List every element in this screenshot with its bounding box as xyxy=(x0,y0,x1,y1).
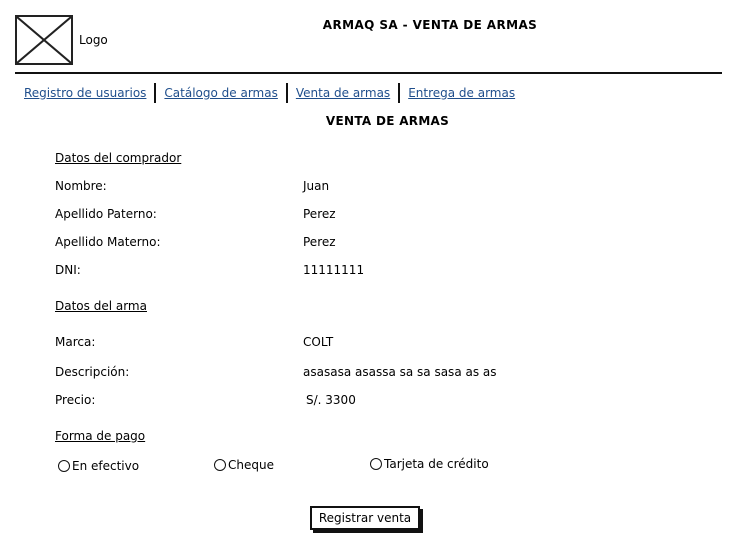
radio-en-efectivo[interactable]: En efectivo xyxy=(58,459,139,473)
section-heading-arma: Datos del arma xyxy=(55,299,147,313)
field-value-descripcion: asasasa asassa sa sa sasa as as xyxy=(303,365,497,379)
nav-link-registro-usuarios[interactable]: Registro de usuarios xyxy=(24,86,146,100)
field-label-nombre: Nombre: xyxy=(55,179,107,193)
nav-link-venta-armas[interactable]: Venta de armas xyxy=(296,86,390,100)
page-title: VENTA DE ARMAS xyxy=(325,114,450,128)
radio-unchecked-icon[interactable] xyxy=(214,459,226,471)
header-divider xyxy=(15,72,722,74)
logo-label: Logo xyxy=(79,33,108,47)
radio-tarjeta-credito[interactable]: Tarjeta de crédito xyxy=(370,457,489,471)
section-heading-comprador: Datos del comprador xyxy=(55,151,182,165)
radio-unchecked-icon[interactable] xyxy=(58,460,70,472)
nav-link-catalogo-armas[interactable]: Catálogo de armas xyxy=(164,86,277,100)
field-label-apellido-materno: Apellido Materno: xyxy=(55,235,161,249)
app-title: ARMAQ SA - VENTA DE ARMAS xyxy=(322,18,538,32)
radio-label-tarjeta-credito: Tarjeta de crédito xyxy=(384,457,489,471)
field-label-apellido-paterno: Apellido Paterno: xyxy=(55,207,157,221)
field-value-precio: S/. 3300 xyxy=(306,393,356,407)
field-value-nombre: Juan xyxy=(303,179,330,193)
field-value-apellido-paterno: Perez xyxy=(303,207,336,221)
field-label-dni: DNI: xyxy=(55,263,81,277)
nav-separator xyxy=(398,83,401,103)
nav-link-entrega-armas[interactable]: Entrega de armas xyxy=(408,86,515,100)
field-label-marca: Marca: xyxy=(55,335,96,349)
nav-separator xyxy=(285,83,288,103)
field-label-descripcion: Descripción: xyxy=(55,365,130,379)
nav-separator xyxy=(154,83,157,103)
radio-cheque[interactable]: Cheque xyxy=(214,458,274,472)
radio-label-cheque: Cheque xyxy=(228,458,274,472)
section-heading-forma-pago: Forma de pago xyxy=(55,429,146,443)
field-value-dni: 11111111 xyxy=(303,263,365,277)
radio-label-en-efectivo: En efectivo xyxy=(72,459,140,473)
field-value-apellido-materno: Perez xyxy=(303,235,336,249)
field-value-marca: COLT xyxy=(303,335,334,349)
main-nav: Registro de usuarios Catálogo de armas V… xyxy=(24,83,515,103)
field-label-precio: Precio: xyxy=(55,393,96,407)
registrar-venta-button[interactable]: Registrar venta xyxy=(310,506,420,530)
radio-unchecked-icon[interactable] xyxy=(370,458,382,470)
submit-button-wrapper: Registrar venta xyxy=(310,506,420,530)
